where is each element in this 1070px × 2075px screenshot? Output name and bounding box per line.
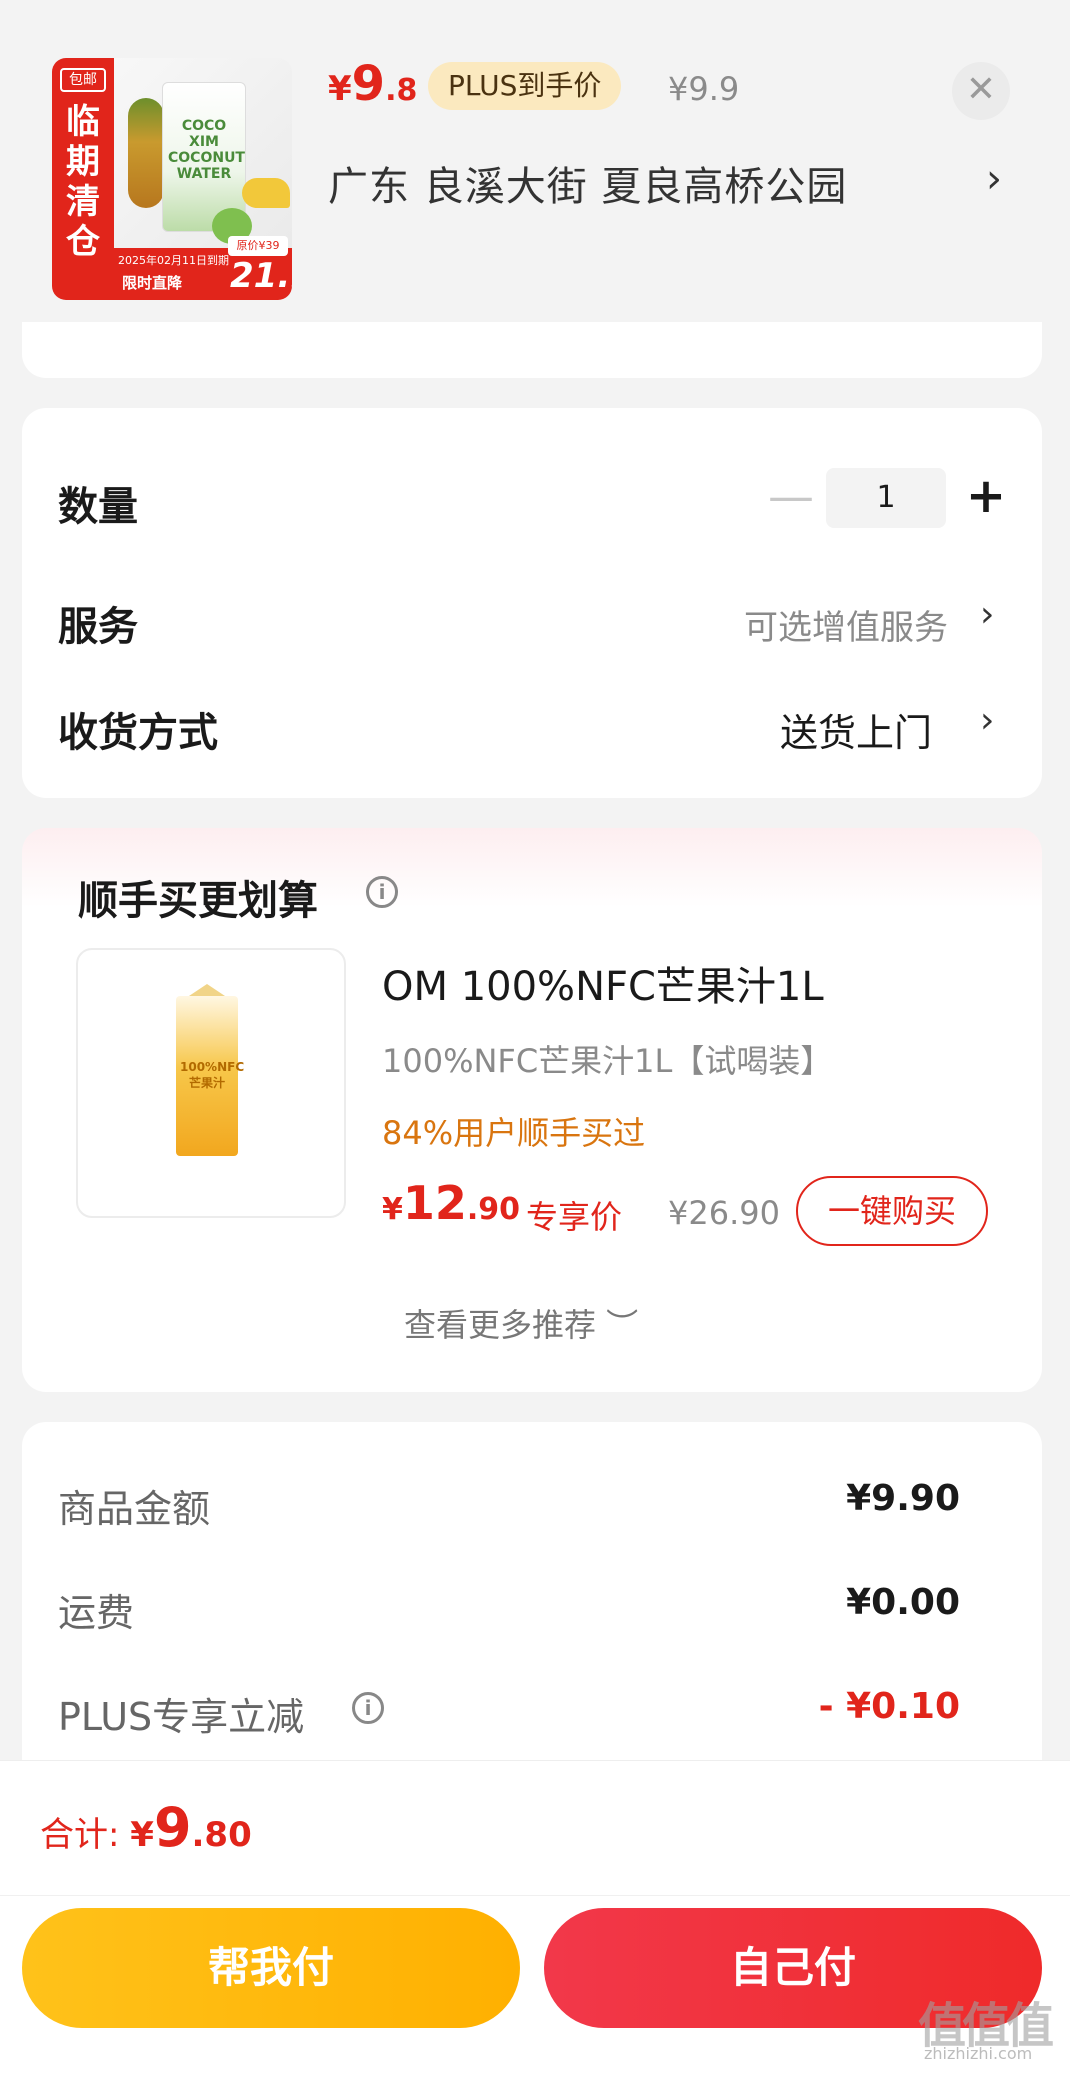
bought-together-stat: 84%用户顺手买过 [382,1114,646,1152]
recommended-product-spec: 100%NFC芒果汁1L【试喝装】 [382,1042,833,1080]
chevron-right-icon[interactable]: › [986,156,1002,202]
one-click-buy-button[interactable]: 一键购买 [796,1176,988,1246]
delivery-address[interactable]: 广东 良溪大街 夏良高桥公园 [328,154,847,212]
price-decimal: .8 [385,73,418,108]
plus-discount-label: PLUS专享立减 [58,1695,305,1739]
recommended-product-name[interactable]: OM 100%NFC芒果汁1L [382,954,824,1012]
price-integer: 9 [351,56,386,112]
price-decimal: .90 [466,1192,521,1227]
thumb-flash-text: 限时直降 [122,274,183,292]
total-price: 合计: ¥9.80 [40,1796,252,1859]
recommended-product-price: ¥12.90 [382,1176,520,1230]
close-button[interactable]: ✕ [952,62,1010,120]
price-integer: 9 [153,1796,192,1859]
service-value[interactable]: 可选增值服务 [744,600,948,649]
quantity-input[interactable]: 1 [826,468,946,528]
divider [0,1895,1070,1896]
total-label: 合计: [40,1815,131,1855]
thumb-carton-text: COCO XIM COCONUT WATER [168,118,245,182]
service-label: 服务 [58,604,138,650]
exclusive-price-label: 专享价 [526,1198,623,1236]
recommendation-title: 顺手买更划算 [78,878,318,924]
mango-carton-text: 100%NFC 芒果汁 [180,1060,245,1090]
recommended-original-price: ¥26.90 [668,1194,780,1232]
help-me-pay-button[interactable]: 帮我付 [22,1908,520,2028]
price-currency: ¥ [130,1815,154,1855]
spec-card-bottom [22,322,1042,378]
pineapple-image [128,98,164,208]
price-currency: ¥ [382,1192,403,1227]
info-icon[interactable]: i [366,876,398,908]
quantity-label: 数量 [58,484,138,530]
thumb-price: 21.9 [230,256,292,296]
shipping-fee-label: 运费 [58,1591,135,1635]
plus-price-badge: PLUS到手价 [428,62,622,110]
price-decimal: .80 [191,1815,252,1855]
goods-amount-label: 商品金额 [58,1487,211,1531]
see-more-recommendations-link[interactable]: 查看更多推荐 ︶ [404,1300,638,1346]
price-currency: ¥ [328,69,352,109]
info-icon[interactable]: i [352,1692,384,1724]
banana-image [242,178,290,208]
thumb-date: 2025年02月11日到期 [118,254,229,267]
price-integer: 12 [402,1176,467,1230]
header-original-price: ¥9.9 [668,70,740,108]
goods-amount-value: ¥9.90 [846,1478,960,1519]
shipping-method-value[interactable]: 送货上门 [780,702,932,757]
chevron-right-icon[interactable]: › [980,700,994,741]
quantity-increase-button[interactable]: + [964,470,1008,524]
thumb-clearance-text: 临期清仓 [66,102,100,262]
shipping-fee-value: ¥0.00 [846,1582,960,1623]
quantity-decrease-button[interactable]: — [768,473,814,522]
shipping-method-label: 收货方式 [58,710,218,756]
chevron-right-icon[interactable]: › [980,594,994,635]
product-thumbnail[interactable]: 包邮 临期清仓 COCO XIM COCONUT WATER 原价¥39 202… [52,58,292,300]
thumb-badge: 包邮 [60,68,106,92]
close-icon: ✕ [965,69,997,110]
plus-discount-value: - ¥0.10 [818,1686,960,1727]
watermark-url: zhizhizhi.com [924,2044,1033,2063]
header-price: ¥9.8 [328,56,417,112]
